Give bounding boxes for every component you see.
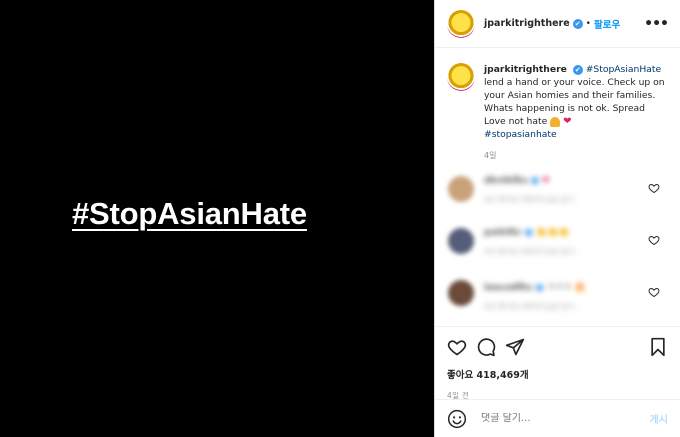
- post-actions: 좋아요 418,469개 4일 전: [435, 326, 680, 404]
- emoji-smiley-icon[interactable]: [447, 409, 467, 429]
- comment-item: leecodfks ● ㅋㅋㅋ 🔥 4년 좋아요 000개 답글 달기: [447, 280, 668, 320]
- post-comment-button[interactable]: 게시: [650, 411, 668, 426]
- comment-item: pothfkr ● 👏👏👏 4년 좋아요 000개 답글 달기: [447, 228, 668, 268]
- comment-body: leecodfks ● ㅋㅋㅋ 🔥 4년 좋아요 000개 답글 달기: [484, 283, 586, 311]
- comment-text: ㅋㅋㅋ 🔥: [546, 283, 586, 293]
- comment-text: 👏👏👏: [535, 228, 570, 238]
- comment-body: pothfkr ● 👏👏👏 4년 좋아요 000개 답글 달기: [484, 228, 575, 256]
- comments-scroll-area[interactable]: jparkitrighthere ✔ #StopAsianHate lend a…: [435, 49, 680, 326]
- caption-timestamp[interactable]: 4일: [484, 149, 668, 162]
- follow-button[interactable]: 팔로우: [594, 17, 620, 31]
- comment-text: ❤: [541, 176, 550, 186]
- bookmark-icon[interactable]: [648, 337, 668, 357]
- add-comment-bar: 게시: [435, 399, 680, 437]
- likes-number: 418,469개: [476, 370, 529, 381]
- post-image[interactable]: #StopAsianHate: [0, 0, 434, 437]
- share-paper-plane-icon[interactable]: [505, 337, 525, 357]
- comment-avatar[interactable]: [448, 176, 474, 202]
- action-icons-row: [447, 335, 668, 359]
- caption-username[interactable]: jparkitrighthere: [484, 64, 567, 75]
- comment-meta: 4년 좋아요 000개 답글 달기: [484, 302, 575, 311]
- image-hashtag-text: #StopAsianHate: [72, 196, 307, 231]
- praying-hands-icon: [550, 116, 561, 127]
- author-username[interactable]: jparkitrighthere: [484, 18, 570, 29]
- comment-bubble-icon[interactable]: [476, 337, 496, 357]
- comment-input[interactable]: [481, 413, 650, 424]
- caption-hashtag-link[interactable]: #StopAsianHate: [586, 64, 661, 75]
- author-avatar[interactable]: [447, 9, 475, 38]
- red-heart-emoji: ❤: [563, 116, 572, 127]
- instagram-post-modal: #StopAsianHate jparkitrighthere ✔ • 팔로우 …: [0, 0, 680, 437]
- separator-dot: •: [585, 18, 591, 29]
- comment-body: dkvtkfks ● ❤ 4년 좋아요 000개 답글 달기: [484, 176, 575, 204]
- comment-username[interactable]: leecodfks: [484, 283, 533, 293]
- post-caption: jparkitrighthere ✔ #StopAsianHate lend a…: [447, 63, 668, 162]
- post-side-panel: jparkitrighthere ✔ • 팔로우 ••• jparkitrigh…: [434, 0, 680, 437]
- more-options-icon[interactable]: •••: [644, 16, 669, 32]
- comment-avatar[interactable]: [448, 280, 474, 306]
- comment-username[interactable]: dkvtkfks: [484, 176, 528, 186]
- comment-meta: 4년 좋아요 000개 답글 달기: [484, 195, 575, 204]
- caption-verified-badge-icon: ✔: [572, 64, 583, 75]
- caption-body: jparkitrighthere ✔ #StopAsianHate lend a…: [484, 63, 668, 162]
- comment-like-heart-icon[interactable]: [648, 182, 660, 194]
- comment-username[interactable]: pothfkr: [484, 228, 522, 238]
- post-header: jparkitrighthere ✔ • 팔로우 •••: [435, 0, 680, 48]
- likes-label: 좋아요: [447, 370, 474, 381]
- comment-item: dkvtkfks ● ❤ 4년 좋아요 000개 답글 달기: [447, 176, 668, 216]
- comment-like-heart-icon[interactable]: [648, 286, 660, 298]
- verified-badge-icon: ✔: [572, 18, 583, 29]
- comment-avatar[interactable]: [448, 228, 474, 254]
- comment-meta: 4년 좋아요 000개 답글 달기: [484, 247, 575, 256]
- caption-author-avatar[interactable]: [447, 63, 475, 91]
- caption-hashtag-link-2[interactable]: #stopasianhate: [484, 129, 557, 140]
- caption-text: lend a hand or your voice. Check up on y…: [484, 77, 665, 127]
- likes-count[interactable]: 좋아요 418,469개: [447, 367, 668, 381]
- like-heart-icon[interactable]: [447, 337, 467, 357]
- comment-like-heart-icon[interactable]: [648, 234, 660, 246]
